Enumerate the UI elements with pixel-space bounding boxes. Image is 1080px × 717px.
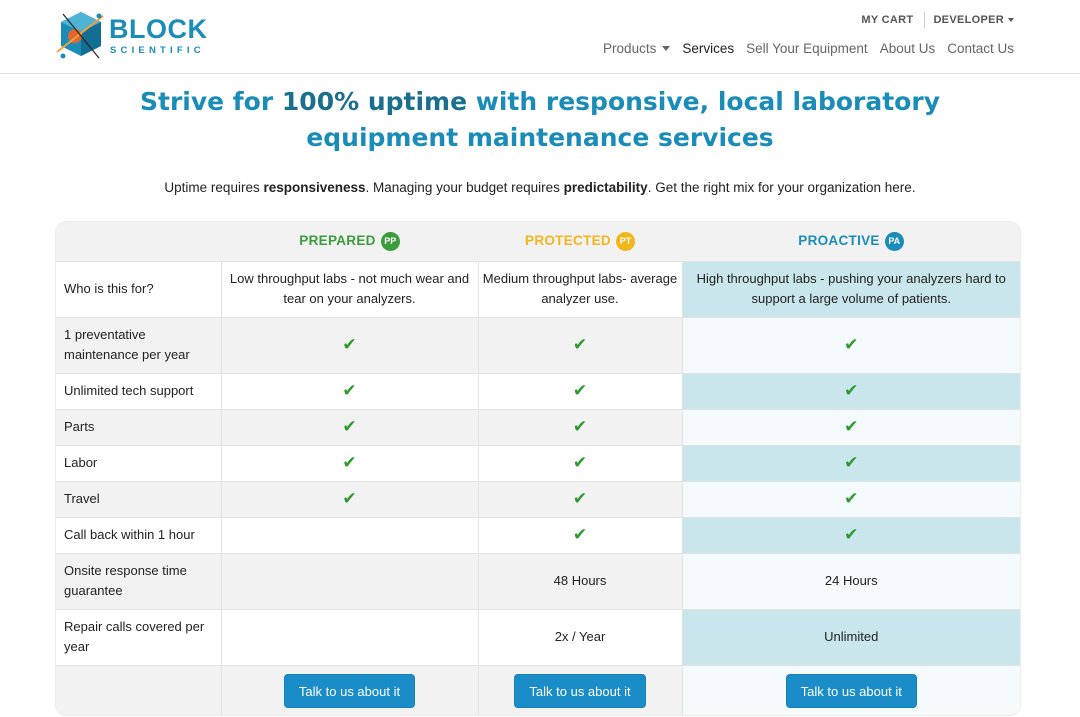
row-label: Unlimited tech support — [56, 372, 221, 409]
brand-tagline: SCIENTIFIC — [110, 45, 205, 56]
check-icon: ✔ — [220, 408, 478, 445]
plan-name: PROACTIVE — [798, 233, 880, 249]
row-label: Who is this for? — [56, 260, 221, 317]
plan-header-prepared: PREPARED PP — [221, 222, 478, 261]
plan-name: PREPARED — [299, 233, 376, 249]
page-title: Strive for 100% uptime with responsive, … — [80, 84, 1000, 156]
page-subtitle: Uptime requires responsiveness. Managing… — [0, 180, 1080, 195]
row-label: Repair calls covered per year — [56, 608, 221, 665]
row-label: Travel — [56, 480, 221, 517]
cta-cell-prepared: Talk to us about it — [220, 664, 478, 715]
cell-prepared — [220, 552, 478, 609]
check-icon: ✔ — [681, 516, 1020, 553]
table-row: Travel ✔ ✔ ✔ — [56, 480, 1020, 517]
my-cart-link[interactable]: MY CART — [861, 14, 924, 26]
main-nav: Products Services Sell Your Equipment Ab… — [591, 41, 1014, 56]
cta-row: Talk to us about it Talk to us about it … — [56, 664, 1020, 715]
check-icon: ✔ — [681, 316, 1020, 373]
plan-header-proactive: PROACTIVE PA — [682, 222, 1020, 261]
nav-item-services[interactable]: Services — [682, 41, 734, 56]
cell-proactive: 24 Hours — [681, 552, 1020, 609]
cta-cell-proactive: Talk to us about it — [681, 664, 1020, 715]
nav-item-products[interactable]: Products — [603, 41, 671, 56]
title-text: Strive for — [140, 87, 282, 116]
check-icon: ✔ — [681, 480, 1020, 517]
brand-name: BLOCK — [109, 14, 208, 44]
table-row: 1 preventative maintenance per year ✔ ✔ … — [56, 316, 1020, 373]
nav-item-about[interactable]: About Us — [880, 41, 936, 56]
check-icon: ✔ — [681, 408, 1020, 445]
cell-protected: Medium throughput labs- average analyzer… — [477, 260, 682, 317]
plan-comparison-table: PREPARED PP PROTECTED PT PROACTIVE PA Who i… — [56, 222, 1020, 715]
nav-item-contact[interactable]: Contact Us — [947, 41, 1014, 56]
check-icon: ✔ — [681, 372, 1020, 409]
chevron-down-icon — [1008, 18, 1014, 22]
cell-prepared: Low throughput labs - not much wear and … — [220, 260, 478, 317]
check-icon: ✔ — [477, 408, 682, 445]
user-menu[interactable]: DEVELOPER — [925, 14, 1014, 26]
user-menu-label: DEVELOPER — [933, 14, 1004, 26]
table-row: Unlimited tech support ✔ ✔ ✔ — [56, 372, 1020, 409]
check-icon: ✔ — [477, 316, 682, 373]
cell-proactive: High throughput labs - pushing your anal… — [681, 260, 1020, 317]
table-row: Repair calls covered per year 2x / Year … — [56, 608, 1020, 665]
subtitle-emphasis: predictability — [563, 180, 648, 195]
nav-item-sell-equipment[interactable]: Sell Your Equipment — [746, 41, 868, 56]
plan-name: PROTECTED — [525, 233, 611, 249]
utility-links: MY CART DEVELOPER — [861, 12, 1014, 28]
check-icon: ✔ — [477, 516, 682, 553]
title-emphasis: 100% uptime — [281, 87, 468, 116]
row-label: Parts — [56, 408, 221, 445]
table-row: Who is this for? Low throughput labs - n… — [56, 260, 1020, 317]
check-icon: ✔ — [477, 480, 682, 517]
cell-prepared — [220, 516, 478, 553]
plan-header-protected: PROTECTED PT — [478, 222, 682, 261]
check-icon: ✔ — [220, 372, 478, 409]
cta-cell-protected: Talk to us about it — [477, 664, 682, 715]
table-header-row: PREPARED PP PROTECTED PT PROACTIVE PA — [56, 222, 1020, 261]
talk-button-protected[interactable]: Talk to us about it — [514, 674, 646, 709]
table-row: Onsite response time guarantee 48 Hours … — [56, 552, 1020, 609]
check-icon: ✔ — [477, 444, 682, 481]
brand-logo[interactable]: BLOCK SCIENTIFIC — [55, 8, 208, 64]
cell-proactive: Unlimited — [681, 608, 1020, 665]
site-header: BLOCK SCIENTIFIC MY CART DEVELOPER Produ… — [0, 0, 1080, 74]
protected-badge-icon: PT — [615, 232, 635, 252]
logo-cube-icon — [56, 12, 104, 59]
talk-button-prepared[interactable]: Talk to us about it — [283, 674, 416, 709]
proactive-badge-icon: PA — [884, 232, 904, 252]
talk-button-proactive[interactable]: Talk to us about it — [785, 674, 917, 709]
chevron-down-icon — [662, 46, 671, 51]
check-icon: ✔ — [220, 480, 478, 517]
prepared-badge-icon: PP — [380, 232, 400, 252]
subtitle-text: . Managing your budget requires — [365, 180, 564, 195]
cell-prepared — [220, 608, 478, 665]
cell-protected: 2x / Year — [477, 608, 682, 665]
cta-blank-cell — [56, 664, 221, 715]
table-row: Parts ✔ ✔ ✔ — [56, 408, 1020, 445]
check-icon: ✔ — [681, 444, 1020, 481]
row-label: 1 preventative maintenance per year — [56, 316, 221, 373]
nav-item-label: Products — [603, 41, 657, 56]
row-label: Labor — [56, 444, 221, 481]
header-blank-cell — [56, 222, 221, 261]
row-label: Onsite response time guarantee — [56, 552, 221, 609]
check-icon: ✔ — [220, 316, 478, 373]
check-icon: ✔ — [220, 444, 478, 481]
table-row: Call back within 1 hour ✔ ✔ — [56, 516, 1020, 553]
check-icon: ✔ — [477, 372, 682, 409]
cell-protected: 48 Hours — [477, 552, 682, 609]
subtitle-text: . Get the right mix for your organizatio… — [647, 180, 916, 195]
table-row: Labor ✔ ✔ ✔ — [56, 444, 1020, 481]
subtitle-text: Uptime requires — [164, 180, 264, 195]
subtitle-emphasis: responsiveness — [263, 180, 366, 195]
row-label: Call back within 1 hour — [56, 516, 221, 553]
